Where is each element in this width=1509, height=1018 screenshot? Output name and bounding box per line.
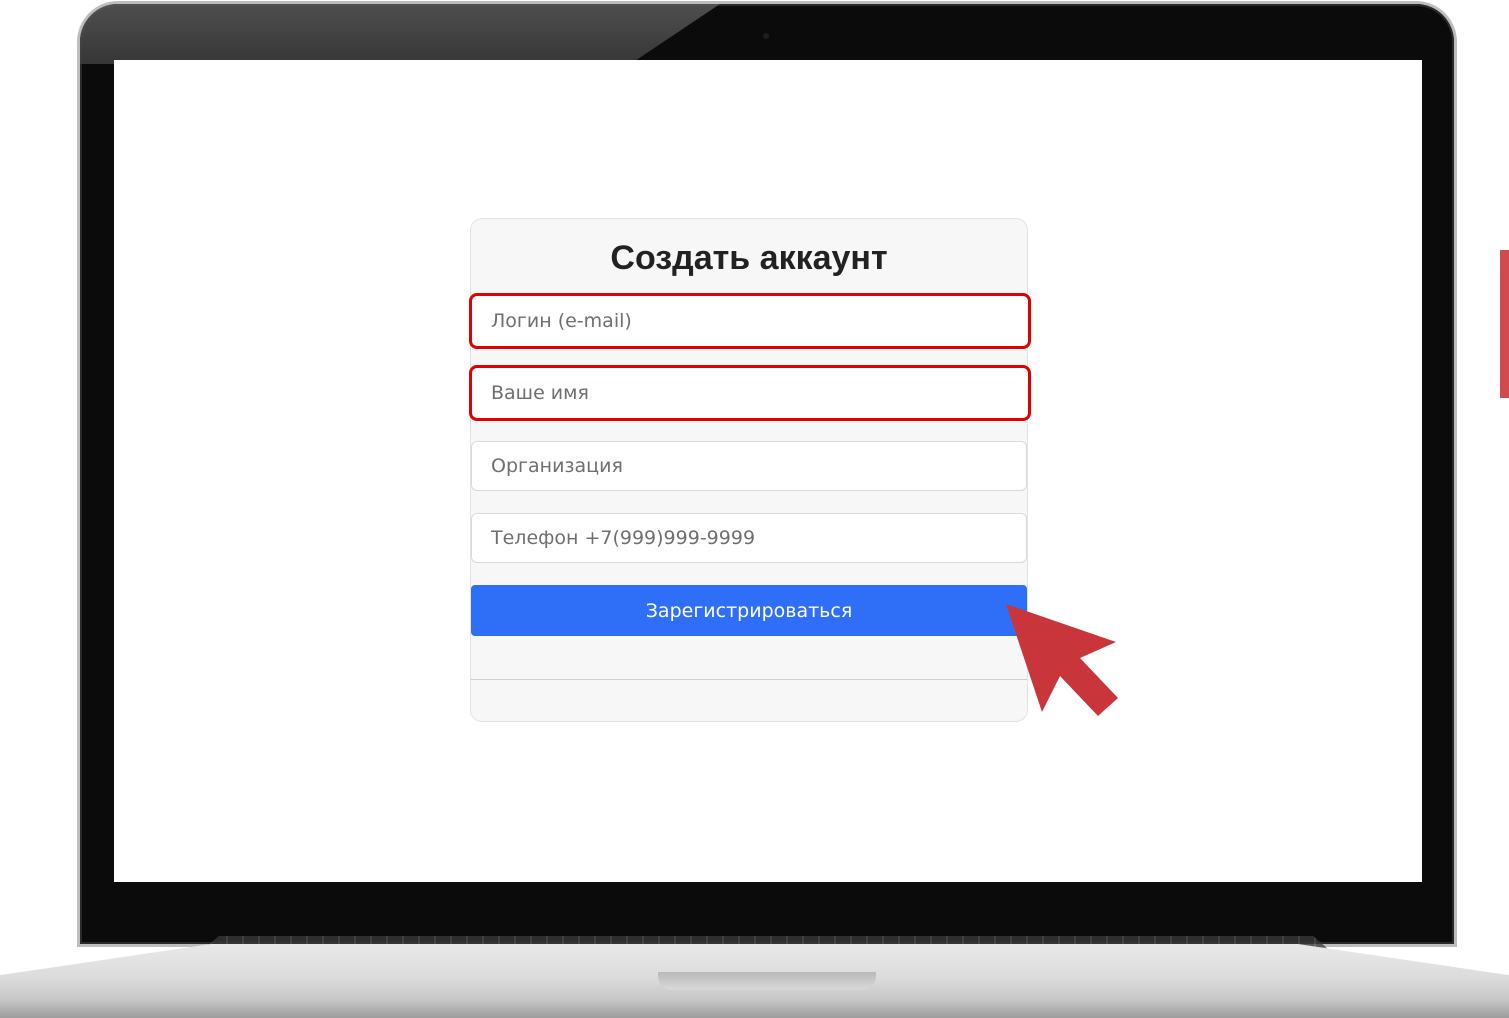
card-divider xyxy=(471,679,1027,680)
organization-input[interactable] xyxy=(489,441,1026,491)
lid-reflection xyxy=(80,4,720,64)
phone-input[interactable] xyxy=(489,513,1026,563)
login-field[interactable] xyxy=(469,293,1031,349)
name-field[interactable] xyxy=(469,365,1031,421)
page-title: Создать аккаунт xyxy=(610,239,888,277)
edge-marker xyxy=(1500,250,1509,398)
register-card: Создать аккаунт Зарегистрироваться xyxy=(469,218,1031,722)
register-button[interactable]: Зарегистрироваться xyxy=(471,585,1027,636)
camera-icon xyxy=(763,33,769,39)
laptop-mockup: Создать аккаунт Зарегистрироваться xyxy=(0,0,1509,1018)
phone-field[interactable] xyxy=(471,513,1027,563)
organization-field[interactable] xyxy=(471,441,1027,491)
laptop-notch xyxy=(658,972,876,990)
name-input[interactable] xyxy=(489,367,1028,419)
arrow-cursor-icon xyxy=(1006,604,1118,716)
login-input[interactable] xyxy=(489,295,1028,347)
